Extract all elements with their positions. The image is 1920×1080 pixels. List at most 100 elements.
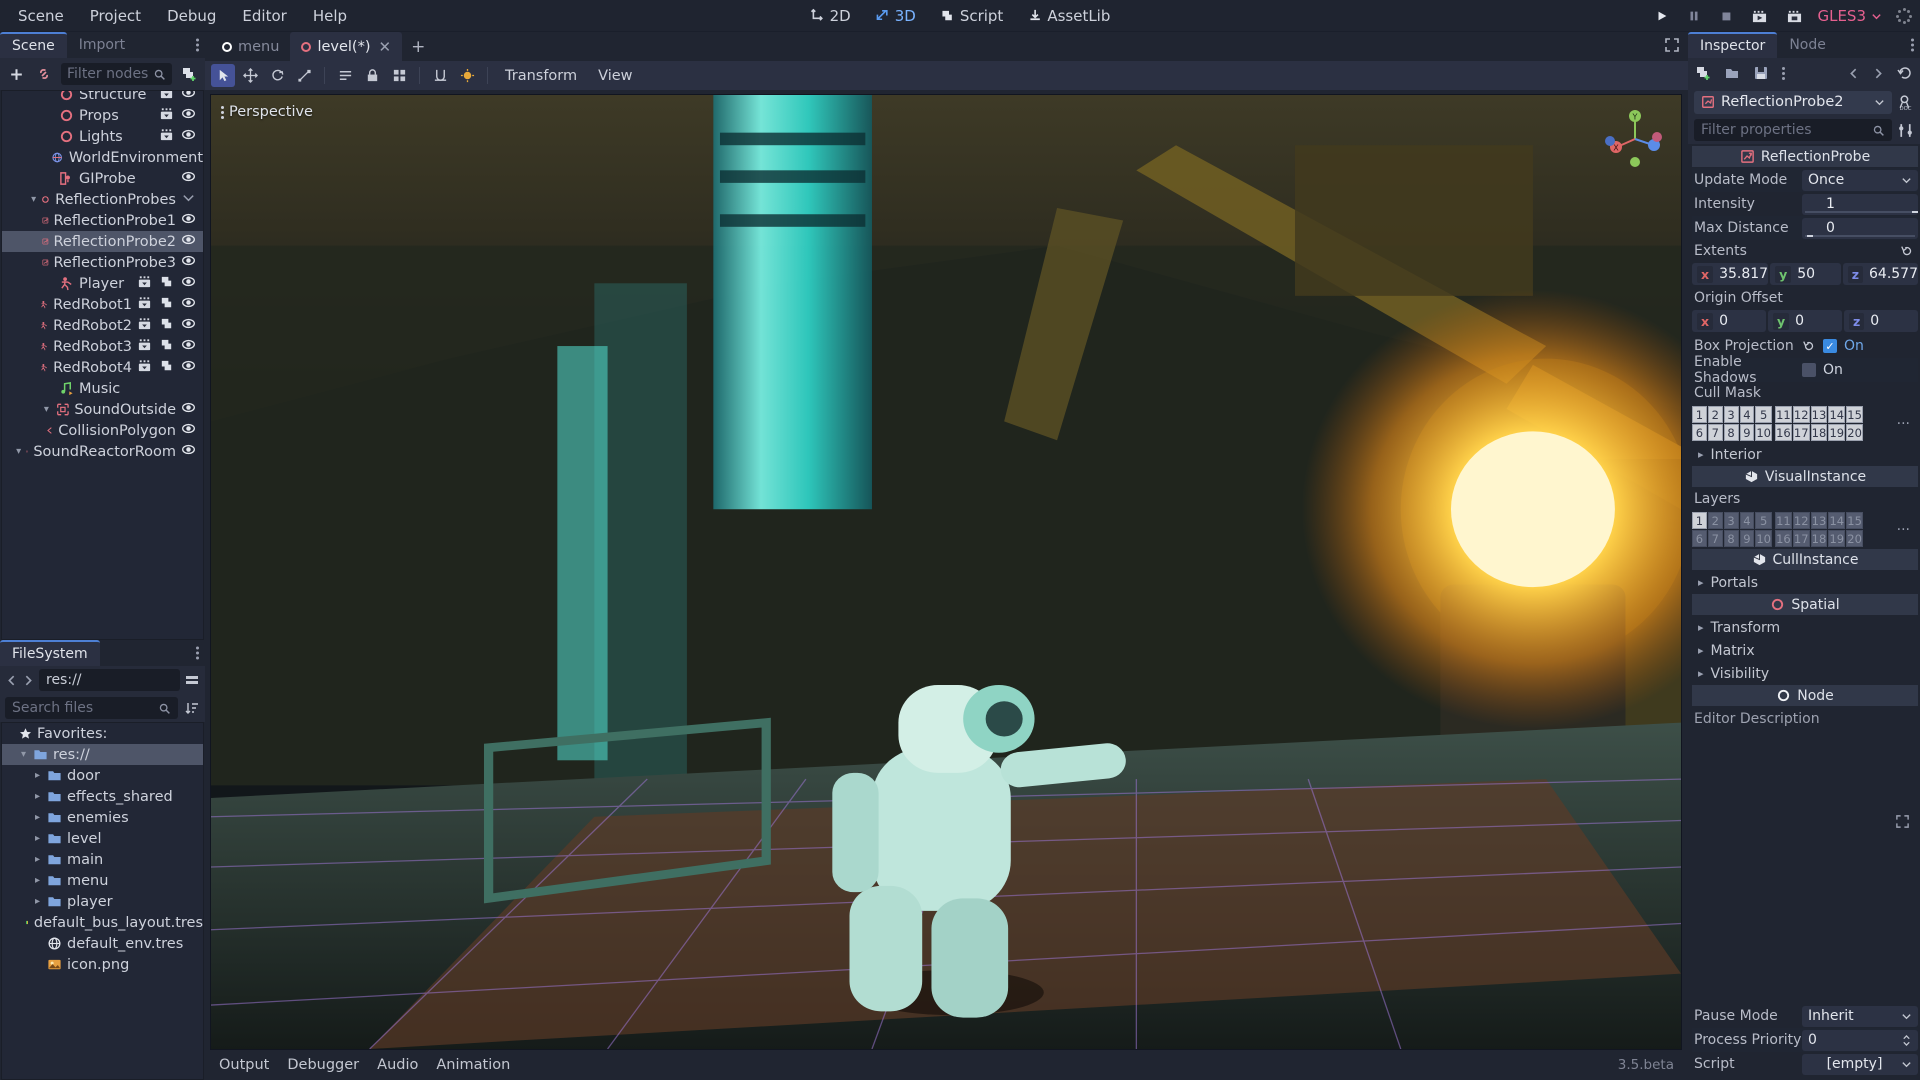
mode-assetlib-button[interactable]: AssetLib (1017, 4, 1120, 28)
visibility-icon[interactable] (181, 316, 196, 335)
scene-tree-item-redrobot2[interactable]: RedRobot2 (2, 315, 203, 336)
mode-3d-button[interactable]: 3D (865, 4, 926, 28)
flag-cell-12[interactable]: 12 (1792, 512, 1810, 529)
flag-cell-4[interactable]: 4 (1739, 406, 1755, 423)
open-docs-icon[interactable]: DOC (1897, 94, 1914, 111)
visibility-icon[interactable] (181, 232, 196, 251)
script-icon[interactable] (159, 358, 174, 377)
revert-icon[interactable] (1802, 339, 1816, 353)
flag-cell-6[interactable]: 6 (1692, 530, 1707, 547)
tab-inspector[interactable]: Inspector (1688, 32, 1778, 58)
scene-tree-item-redrobot4[interactable]: RedRobot4 (2, 357, 203, 378)
scene-tree-item-giprobe[interactable]: GIProbe (2, 168, 203, 189)
flag-cell-14[interactable]: 14 (1828, 512, 1846, 529)
flag-cell-3[interactable]: 3 (1723, 512, 1739, 529)
transform-menu-button[interactable]: Transform (496, 66, 586, 86)
group-icon[interactable] (159, 106, 174, 125)
revert-icon[interactable] (1900, 244, 1914, 258)
bottom-tab-animation[interactable]: Animation (436, 1057, 510, 1073)
vector-field-x[interactable]: x0 (1692, 310, 1766, 332)
lock-button[interactable] (360, 64, 384, 87)
instance-scene-button[interactable] (33, 63, 55, 85)
select-mode-button[interactable] (211, 64, 235, 87)
3d-viewport[interactable]: Perspective Y X (210, 94, 1682, 1050)
visibility-icon[interactable] (181, 127, 196, 146)
property-intensity[interactable]: Intensity 1 (1692, 192, 1918, 216)
mode-script-button[interactable]: Script (930, 4, 1014, 28)
flag-cell-12[interactable]: 12 (1792, 406, 1810, 423)
filesystem-item-res-[interactable]: ▾ res:// (2, 744, 203, 765)
inspector-section-visibility[interactable]: ▸ Visibility (1692, 662, 1918, 685)
inspector-section-matrix[interactable]: ▸ Matrix (1692, 639, 1918, 662)
sort-icon[interactable] (184, 700, 200, 716)
filesystem-item-player[interactable]: ▸ player (2, 891, 203, 912)
scene-tree-item-redrobot3[interactable]: RedRobot3 (2, 336, 203, 357)
vector-field-z[interactable]: z0 (1844, 310, 1918, 332)
rotate-mode-button[interactable] (265, 64, 289, 87)
viewport-perspective-label[interactable]: Perspective (221, 104, 313, 120)
chevron-right-icon[interactable] (22, 674, 35, 687)
visibility-icon[interactable] (181, 169, 196, 188)
tree-expand-arrow[interactable]: ▸ (33, 854, 42, 865)
group-button[interactable] (387, 64, 411, 87)
folder-open-icon[interactable] (1724, 65, 1740, 81)
scene-tree-item-collisionpolygon[interactable]: CollisionPolygon (2, 420, 203, 441)
tree-expand-arrow[interactable]: ▸ (33, 896, 42, 907)
chevron-left-icon[interactable] (1847, 67, 1860, 80)
snap-button[interactable] (428, 64, 452, 87)
pause-icon[interactable] (1687, 9, 1701, 23)
scene-tree-item-lights[interactable]: Lights (2, 126, 203, 147)
property-vector-input[interactable]: x0y0z0 (1692, 310, 1918, 333)
close-icon[interactable]: ✕ (378, 38, 391, 56)
inspector-tools-icon[interactable] (1782, 66, 1785, 80)
group-icon[interactable] (137, 316, 152, 335)
filesystem-item-effects-shared[interactable]: ▸ effects_shared (2, 786, 203, 807)
group-icon[interactable] (159, 127, 174, 146)
tree-expand-arrow[interactable]: ▾ (19, 749, 28, 760)
play-custom-scene-icon[interactable] (1786, 9, 1803, 24)
preview-light-button[interactable] (455, 64, 479, 87)
flag-cell-5[interactable]: 5 (1755, 512, 1772, 529)
property-process-priority[interactable]: Process Priority 0 (1692, 1028, 1918, 1052)
flag-cell-18[interactable]: 18 (1810, 530, 1828, 547)
group-icon[interactable] (137, 295, 152, 314)
property-resource-field[interactable]: [empty] (1802, 1053, 1918, 1075)
editor-description-textarea[interactable] (1692, 731, 1918, 841)
mode-2d-button[interactable]: 2D (800, 4, 861, 28)
tab-scene[interactable]: Scene (0, 32, 67, 58)
property-enum-select[interactable]: Once (1802, 169, 1918, 191)
tab-filesystem[interactable]: FileSystem (0, 640, 100, 666)
property-enum-select[interactable]: Inherit (1802, 1005, 1918, 1027)
object-tools-icon[interactable] (1897, 122, 1914, 139)
menu-help[interactable]: Help (301, 3, 359, 29)
visibility-icon[interactable] (181, 295, 196, 314)
visibility-icon[interactable] (181, 211, 196, 230)
chevron-down-icon[interactable] (1874, 97, 1885, 108)
spinner-arrows-icon[interactable] (1901, 1034, 1912, 1047)
save-icon[interactable] (1753, 65, 1769, 81)
flag-cell-7[interactable]: 7 (1707, 424, 1723, 441)
tab-import[interactable]: Import (67, 32, 137, 58)
flag-cell-19[interactable]: 19 (1828, 424, 1846, 441)
search-files-input[interactable]: Search files (5, 697, 178, 719)
flag-cell-14[interactable]: 14 (1828, 406, 1846, 423)
property-slider[interactable] (1805, 234, 1915, 237)
visibility-icon[interactable] (181, 274, 196, 293)
property-pause-mode[interactable]: Pause Mode Inherit (1692, 1004, 1918, 1028)
inspector-section-transform[interactable]: ▸ Transform (1692, 616, 1918, 639)
add-node-button[interactable] (5, 63, 27, 85)
visibility-icon[interactable] (181, 421, 196, 440)
flag-cell-1[interactable]: 1 (1692, 512, 1707, 529)
bottom-tab-debugger[interactable]: Debugger (287, 1057, 359, 1073)
menu-debug[interactable]: Debug (155, 3, 228, 29)
scene-tree-item-music[interactable]: Music (2, 378, 203, 399)
property-number-input[interactable]: 0 (1802, 217, 1918, 239)
filesystem-item-level[interactable]: ▸ level (2, 828, 203, 849)
group-icon[interactable] (137, 337, 152, 356)
menu-editor[interactable]: Editor (230, 3, 298, 29)
property-vector-input[interactable]: x 35.817 y 50 z 64.577 (1692, 263, 1918, 286)
tab-node[interactable]: Node (1777, 32, 1838, 58)
scene-tree[interactable]: Structure Props Lights WorldEnvironment GIPr… (1, 90, 204, 640)
property-max-distance[interactable]: Max Distance 0 (1692, 216, 1918, 240)
scene-tree-item-soundreactorroom[interactable]: ▾ SoundReactorRoom (2, 441, 203, 462)
